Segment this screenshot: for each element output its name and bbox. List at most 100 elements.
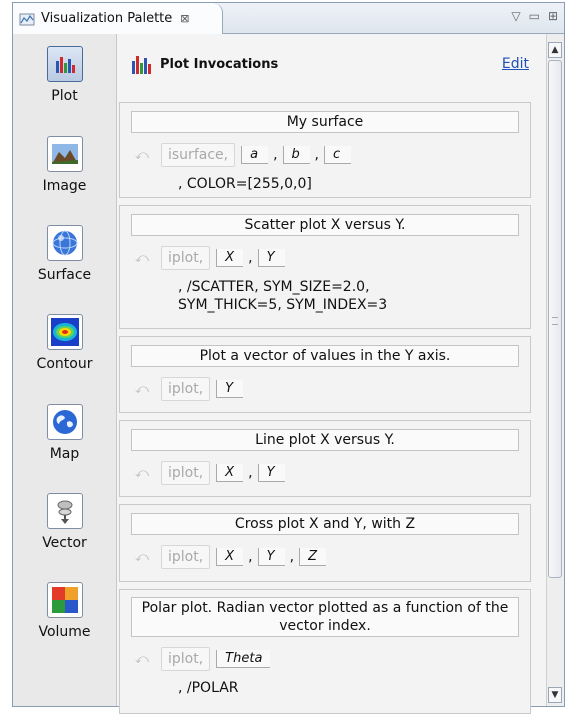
invocation-card[interactable]: Scatter plot X versus Y. ⤺ iplot, X , Y … (119, 205, 531, 329)
argument-field[interactable]: Z (299, 548, 327, 566)
plot-icon (55, 57, 75, 73)
tab-title: Visualization Palette (41, 11, 173, 26)
separator: , (314, 147, 319, 163)
image-icon (51, 144, 78, 164)
argument-field[interactable]: X (216, 548, 244, 566)
argument-field[interactable]: X (216, 249, 244, 267)
argument-field[interactable]: X (216, 464, 244, 482)
maximize-icon[interactable]: ⊞ (548, 9, 558, 23)
keyword-args[interactable]: , COLOR=[255,0,0] (178, 175, 530, 193)
keyword-args[interactable]: , /POLAR (178, 679, 530, 697)
argument-field[interactable]: Y (216, 380, 244, 398)
argument-row: ⤺ iplot, X , Y , Z (135, 545, 530, 569)
plot-invocations-panel: Plot Invocations Edit My surface ⤺ isurf… (117, 34, 547, 714)
palette-tab-icon (19, 13, 35, 25)
invocation-card[interactable]: Polar plot. Radian vector plotted as a f… (119, 589, 531, 714)
sidebar-item-surface[interactable]: Surface (13, 225, 116, 283)
invocation-card[interactable]: Line plot X versus Y. ⤺ iplot, X , Y (119, 420, 531, 497)
sidebar-item-label: Vector (42, 535, 87, 551)
undo-icon[interactable]: ⤺ (135, 550, 161, 565)
sidebar-item-map[interactable]: Map (13, 404, 116, 462)
volume-button[interactable] (46, 582, 83, 618)
map-icon (52, 410, 77, 434)
argument-field[interactable]: c (324, 146, 351, 164)
argument-row: ⤺ iplot, Y (135, 377, 530, 401)
argument-field[interactable]: a (241, 146, 269, 164)
tab-visualization-palette[interactable]: Visualization Palette ⊠ (13, 3, 223, 34)
argument-field[interactable]: Y (257, 464, 285, 482)
scroll-down-icon[interactable]: ▼ (548, 687, 562, 703)
view-tab-bar: Visualization Palette ⊠ ▽ ▭ ⊞ (13, 3, 564, 34)
argument-row: ⤺ iplot, X , Y (135, 461, 530, 485)
minimize-icon[interactable]: ▭ (529, 9, 540, 23)
argument-row: ⤺ iplot, X , Y (135, 246, 530, 270)
panel-title: Plot Invocations (160, 56, 279, 72)
surface-icon (52, 230, 77, 256)
invocation-card[interactable]: My surface ⤺ isurface, a , b , c , COLOR… (119, 102, 531, 198)
sidebar-item-image[interactable]: Image (13, 136, 116, 194)
panel-header: Plot Invocations (130, 52, 278, 76)
contour-icon (50, 318, 79, 346)
function-name[interactable]: iplot, (161, 647, 211, 671)
image-button[interactable] (46, 136, 83, 172)
vector-button[interactable] (46, 493, 83, 529)
invocation-card[interactable]: Plot a vector of values in the Y axis. ⤺… (119, 336, 531, 413)
sidebar-item-label: Contour (36, 356, 93, 372)
undo-icon[interactable]: ⤺ (135, 382, 161, 397)
vertical-scrollbar[interactable]: ▲ ▼ (546, 34, 564, 706)
argument-row: ⤺ iplot, Theta (135, 647, 530, 671)
sidebar-item-label: Map (49, 446, 80, 462)
sidebar-item-label: Image (42, 178, 87, 194)
function-name[interactable]: iplot, (161, 461, 211, 485)
vector-icon (57, 500, 72, 524)
separator: , (248, 465, 253, 481)
scroll-up-icon[interactable]: ▲ (548, 42, 562, 58)
undo-icon[interactable]: ⤺ (135, 251, 161, 266)
sidebar-item-label: Volume (38, 624, 91, 640)
scrollbar-thumb[interactable] (548, 60, 562, 578)
card-title-field[interactable]: My surface (131, 111, 519, 133)
plot-button[interactable] (46, 46, 83, 82)
separator: , (248, 549, 253, 565)
tab-close-icon[interactable]: ⊠ (180, 12, 189, 25)
card-title-field[interactable]: Scatter plot X versus Y. (131, 214, 519, 236)
card-title-field[interactable]: Plot a vector of values in the Y axis. (131, 345, 519, 367)
function-name[interactable]: iplot, (161, 545, 211, 569)
argument-field[interactable]: Y (257, 548, 285, 566)
undo-icon[interactable]: ⤺ (135, 466, 161, 481)
separator: , (289, 549, 295, 565)
card-title-field[interactable]: Polar plot. Radian vector plotted as a f… (131, 597, 519, 637)
sidebar-item-vector[interactable]: Vector (13, 493, 116, 551)
card-title-field[interactable]: Cross plot X and Y, with Z (131, 513, 519, 535)
keyword-args[interactable]: , /SCATTER, SYM_SIZE=2.0, SYM_THICK=5, S… (178, 278, 530, 314)
volume-icon (51, 587, 78, 613)
sidebar-item-label: Surface (37, 267, 92, 283)
view-controls: ▽ ▭ ⊞ (511, 9, 558, 23)
surface-button[interactable] (46, 225, 83, 261)
map-button[interactable] (46, 404, 83, 440)
scroll-grip-icon (552, 317, 558, 325)
undo-icon[interactable]: ⤺ (135, 148, 161, 163)
sidebar-item-label: Plot (51, 88, 78, 104)
sidebar-item-contour[interactable]: Contour (13, 314, 116, 372)
visualization-palette-view: Visualization Palette ⊠ ▽ ▭ ⊞ Plot Image… (12, 2, 565, 714)
contour-button[interactable] (46, 314, 83, 350)
card-title-field[interactable]: Line plot X versus Y. (131, 429, 519, 451)
function-name[interactable]: isurface, (161, 143, 236, 167)
function-name[interactable]: iplot, (161, 377, 211, 401)
edit-link[interactable]: Edit (502, 56, 529, 72)
plot-invocations-icon (132, 56, 151, 74)
sidebar-item-plot[interactable]: Plot (13, 46, 116, 104)
separator: , (273, 147, 278, 163)
argument-row: ⤺ isurface, a , b , c (135, 143, 530, 167)
separator: , (248, 250, 253, 266)
argument-field[interactable]: Y (257, 249, 285, 267)
argument-field[interactable]: Theta (216, 650, 271, 668)
function-name[interactable]: iplot, (161, 246, 211, 270)
sidebar-item-volume[interactable]: Volume (13, 582, 116, 640)
argument-field[interactable]: b (282, 146, 310, 164)
undo-icon[interactable]: ⤺ (135, 652, 161, 667)
invocation-card[interactable]: Cross plot X and Y, with Z ⤺ iplot, X , … (119, 504, 531, 582)
category-sidebar: Plot Image Surface Contour Map Vector Vo… (13, 34, 117, 706)
view-menu-icon[interactable]: ▽ (511, 9, 520, 23)
